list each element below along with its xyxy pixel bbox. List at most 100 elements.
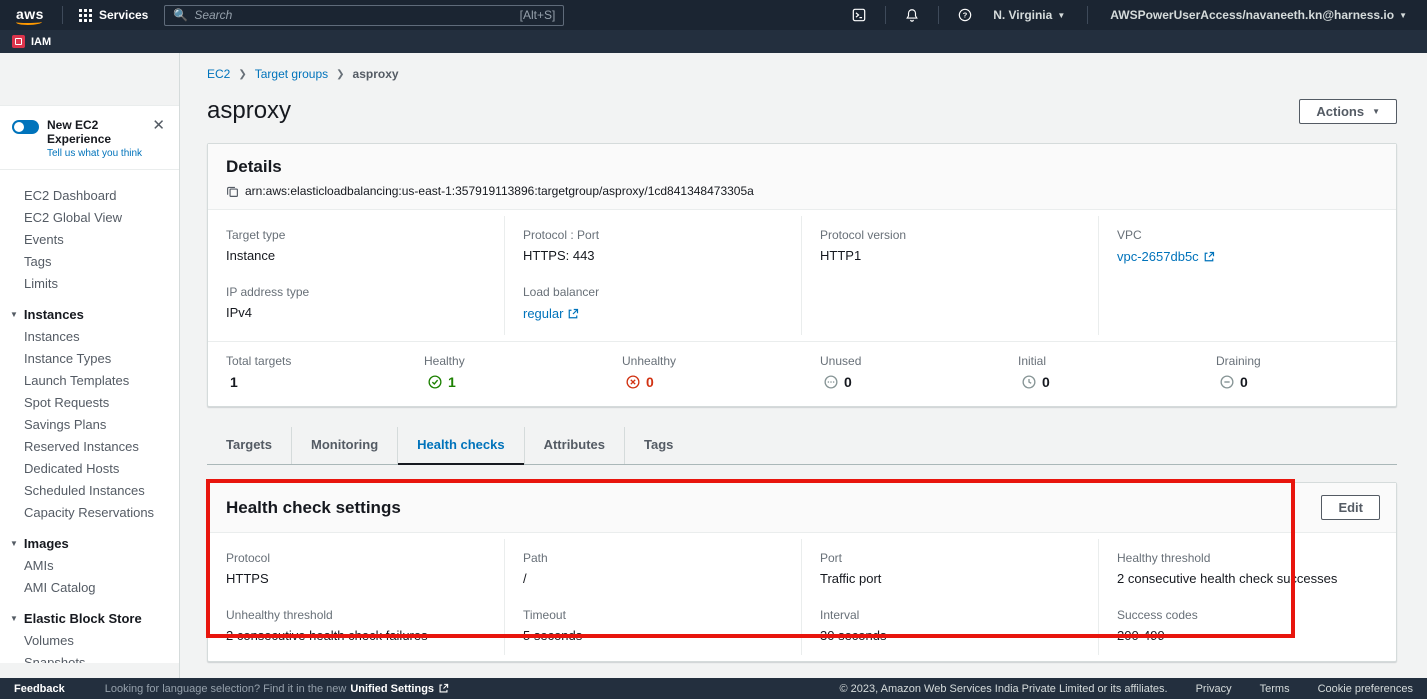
chevron-down-icon: ▼ [10, 539, 18, 548]
search-shortcut-hint: [Alt+S] [520, 8, 556, 22]
tab-health-checks[interactable]: Health checks [398, 427, 524, 464]
breadcrumb-current: asproxy [353, 67, 399, 81]
sidebar-section-elastic-block-store[interactable]: ▼Elastic Block Store [0, 607, 179, 629]
stat-healthy: Healthy 1 [406, 354, 604, 390]
services-menu-button[interactable]: Services [71, 0, 156, 30]
favorite-iam-link[interactable]: IAM [12, 35, 51, 48]
terms-link[interactable]: Terms [1260, 683, 1290, 695]
sidebar-item-scheduled-instances[interactable]: Scheduled Instances [0, 479, 179, 501]
field-hc-protocol: Protocol HTTPS [226, 551, 486, 586]
privacy-link[interactable]: Privacy [1196, 683, 1232, 695]
sidebar-item-ec2-dashboard[interactable]: EC2 Dashboard [0, 184, 179, 206]
sidebar-item-savings-plans[interactable]: Savings Plans [0, 413, 179, 435]
stat-total-targets: Total targets 1 [208, 354, 406, 390]
stat-draining: Draining 0 [1198, 354, 1396, 390]
main-content: EC2 ❯ Target groups ❯ asproxy asproxy Ac… [180, 53, 1427, 678]
cloudshell-button[interactable] [845, 3, 873, 27]
region-selector[interactable]: N. Virginia ▼ [983, 8, 1075, 22]
field-target-type: Target type Instance [226, 228, 486, 263]
actions-button[interactable]: Actions ▼ [1299, 99, 1397, 124]
account-label: AWSPowerUserAccess/navaneeth.kn@harness.… [1110, 8, 1394, 22]
sidebar-item-events[interactable]: Events [0, 228, 179, 250]
iam-label: IAM [31, 36, 51, 48]
breadcrumb-ec2[interactable]: EC2 [207, 67, 230, 81]
ellipsis-circle-icon [824, 375, 838, 389]
services-label: Services [99, 8, 148, 22]
sidebar-section-instances[interactable]: ▼Instances [0, 303, 179, 325]
question-circle-icon: ? [958, 8, 972, 22]
divider [62, 6, 63, 24]
sidebar-item-amis[interactable]: AMIs [0, 554, 179, 576]
notifications-button[interactable] [898, 3, 926, 27]
cloudshell-terminal-icon [852, 8, 866, 22]
divider [938, 6, 939, 24]
global-search-box[interactable]: 🔍 [Alt+S] [164, 5, 564, 26]
field-unhealthy-threshold: Unhealthy threshold 2 consecutive health… [226, 608, 486, 643]
language-hint: Looking for language selection? Find it … [105, 683, 347, 695]
tab-attributes[interactable]: Attributes [525, 427, 625, 464]
feedback-link[interactable]: Feedback [14, 683, 65, 695]
vpc-link[interactable]: vpc-2657db5c [1117, 249, 1215, 264]
field-port: Port Traffic port [820, 551, 1080, 586]
sidebar-item-ami-catalog[interactable]: AMI Catalog [0, 576, 179, 598]
search-icon: 🔍 [173, 8, 188, 22]
divider [885, 6, 886, 24]
close-sidebar-icon[interactable]: ✕ [150, 118, 167, 133]
search-input[interactable] [194, 8, 513, 22]
copy-arn-icon[interactable] [226, 185, 239, 198]
check-circle-icon [428, 375, 442, 389]
account-menu[interactable]: AWSPowerUserAccess/navaneeth.kn@harness.… [1100, 8, 1417, 22]
field-success-codes: Success codes 200-499 [1117, 608, 1378, 643]
breadcrumb-separator-icon: ❯ [336, 69, 344, 80]
breadcrumb: EC2 ❯ Target groups ❯ asproxy [207, 67, 1397, 81]
aws-logo[interactable]: aws [10, 6, 54, 25]
stat-unhealthy: Unhealthy 0 [604, 354, 802, 390]
field-timeout: Timeout 5 seconds [523, 608, 783, 643]
copyright-text: © 2023, Amazon Web Services India Privat… [840, 683, 1168, 695]
sidebar-section-images[interactable]: ▼Images [0, 532, 179, 554]
sidebar-item-tags[interactable]: Tags [0, 250, 179, 272]
target-group-arn: arn:aws:elasticloadbalancing:us-east-1:3… [245, 184, 754, 198]
tell-us-link[interactable]: Tell us what you think [47, 148, 142, 159]
edit-button[interactable]: Edit [1321, 495, 1380, 520]
tab-tags[interactable]: Tags [625, 427, 692, 464]
tab-monitoring[interactable]: Monitoring [292, 427, 398, 464]
sidebar-item-volumes[interactable]: Volumes [0, 629, 179, 651]
sidebar-item-ec2-global-view[interactable]: EC2 Global View [0, 206, 179, 228]
sidebar-item-dedicated-hosts[interactable]: Dedicated Hosts [0, 457, 179, 479]
new-ec2-experience-toggle[interactable] [12, 120, 39, 134]
field-interval: Interval 30 seconds [820, 608, 1080, 643]
sidebar-item-reserved-instances[interactable]: Reserved Instances [0, 435, 179, 457]
details-card: Details arn:aws:elasticloadbalancing:us-… [207, 143, 1397, 407]
top-navigation-bar: aws Services 🔍 [Alt+S] ? N. Virginia [0, 0, 1427, 30]
services-grid-icon [79, 9, 92, 22]
unified-settings-link[interactable]: Unified Settings [350, 683, 449, 695]
stat-unused: Unused 0 [802, 354, 1000, 390]
health-check-settings-card: Health check settings Edit Protocol HTTP… [207, 482, 1397, 662]
sidebar-nav: EC2 Dashboard EC2 Global View Events Tag… [0, 170, 179, 663]
field-protocol-port: Protocol : Port HTTPS: 443 [523, 228, 783, 263]
sidebar-item-instances[interactable]: Instances [0, 325, 179, 347]
target-group-tabs: Targets Monitoring Health checks Attribu… [207, 427, 1397, 465]
sidebar-item-snapshots[interactable]: Snapshots [0, 651, 179, 663]
field-load-balancer: Load balancer regular [523, 285, 783, 323]
new-ec2-experience-label: New EC2 Experience [47, 118, 142, 146]
caret-down-icon: ▼ [1372, 107, 1380, 116]
sidebar-item-launch-templates[interactable]: Launch Templates [0, 369, 179, 391]
details-title: Details [226, 157, 1376, 177]
sidebar-item-capacity-reservations[interactable]: Capacity Reservations [0, 501, 179, 523]
divider [1087, 6, 1088, 24]
field-protocol-version: Protocol version HTTP1 [820, 228, 1080, 263]
cookie-preferences-link[interactable]: Cookie preferences [1318, 683, 1413, 695]
sidebar-item-limits[interactable]: Limits [0, 272, 179, 294]
help-button[interactable]: ? [951, 3, 979, 27]
tab-targets[interactable]: Targets [207, 427, 292, 464]
breadcrumb-target-groups[interactable]: Target groups [255, 67, 328, 81]
field-ip-address-type: IP address type IPv4 [226, 285, 486, 320]
load-balancer-link[interactable]: regular [523, 306, 579, 321]
external-link-icon [567, 308, 579, 320]
svg-text:?: ? [963, 11, 968, 20]
sidebar-item-spot-requests[interactable]: Spot Requests [0, 391, 179, 413]
sidebar-item-instance-types[interactable]: Instance Types [0, 347, 179, 369]
field-path: Path / [523, 551, 783, 586]
